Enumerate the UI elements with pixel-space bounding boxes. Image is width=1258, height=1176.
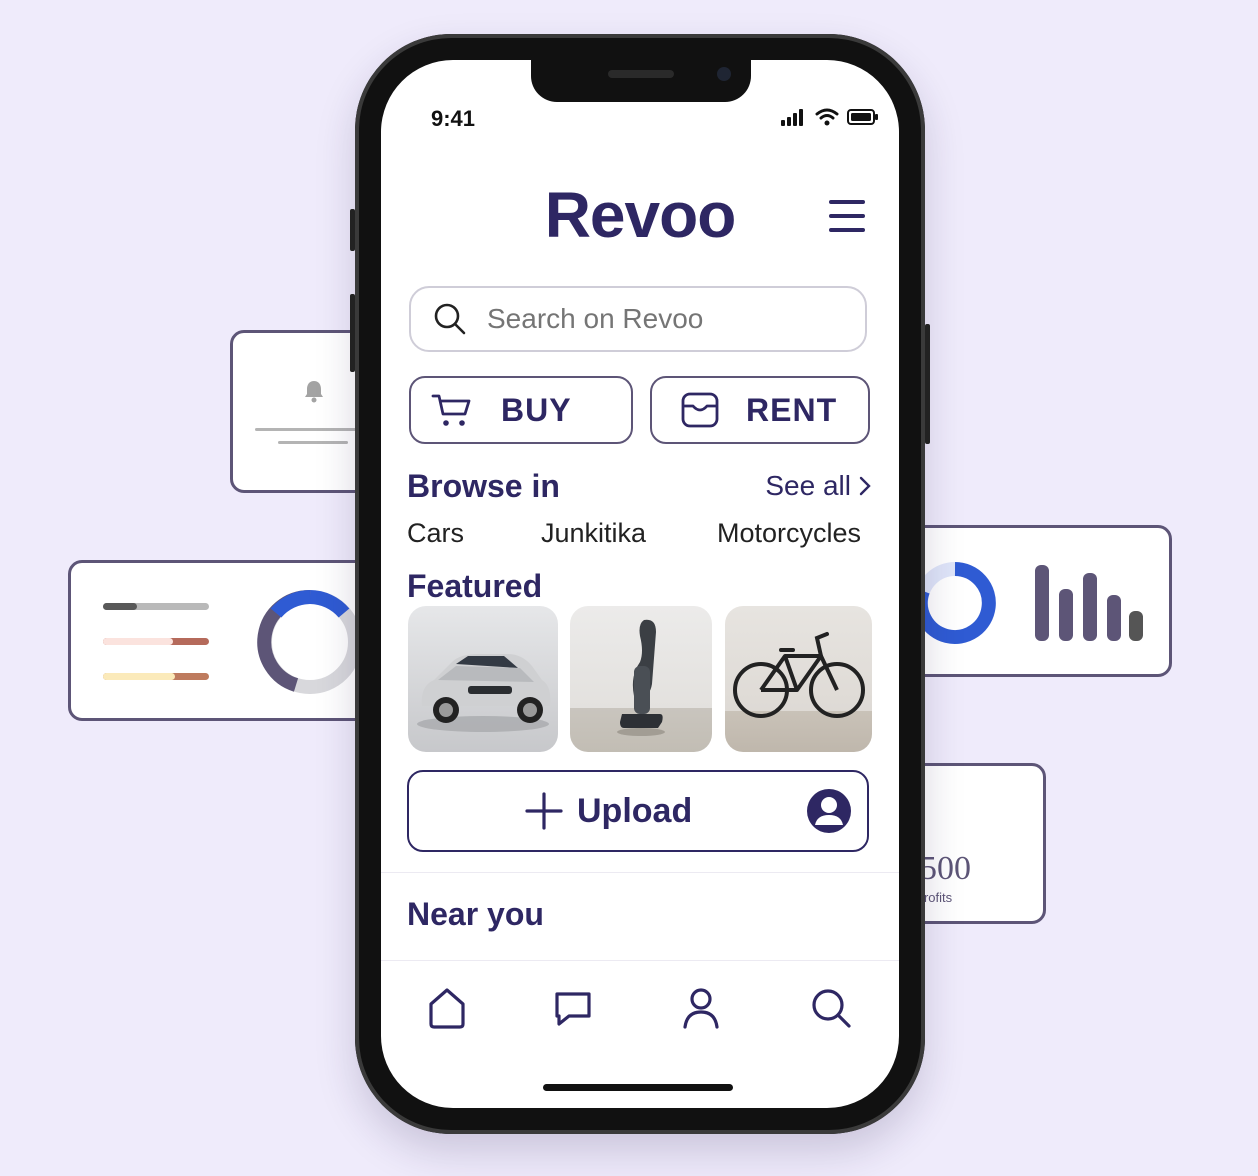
cart-icon <box>431 394 471 426</box>
profile-icon[interactable] <box>679 986 723 1030</box>
near-you-title: Near you <box>407 896 544 932</box>
app-logo: Revoo <box>544 179 737 251</box>
box-icon <box>681 392 719 428</box>
home-indicator <box>543 1084 733 1091</box>
search-tab-icon[interactable] <box>809 986 853 1030</box>
side-button <box>350 294 355 372</box>
tabbar-divider <box>381 960 899 961</box>
featured-car[interactable] <box>408 606 558 752</box>
wifi-icon <box>815 108 839 126</box>
rent-button[interactable]: RENT <box>650 376 870 444</box>
avatar-icon[interactable] <box>805 787 853 835</box>
search-input[interactable] <box>485 302 849 336</box>
progress-line <box>103 673 209 680</box>
phone-screen: 9:41 Revoo Search on Revoo BUY RENT Brow… <box>381 60 899 1108</box>
chat-icon[interactable] <box>551 986 595 1030</box>
upload-button[interactable]: Upload <box>407 770 869 852</box>
battery-icon <box>847 109 878 125</box>
featured-title: Featured <box>407 568 543 604</box>
home-icon[interactable] <box>425 986 469 1030</box>
phone-frame: 9:41 Revoo Search on Revoo BUY RENT Brow… <box>350 34 930 1134</box>
menu-button[interactable] <box>829 200 865 236</box>
status-time: 9:41 <box>431 106 476 131</box>
bicycle-image <box>733 632 865 718</box>
chevron-right-icon <box>859 476 871 496</box>
category-motorcycles[interactable]: Motorcycles <box>717 518 861 549</box>
browse-title: Browse in <box>407 468 560 504</box>
side-button <box>350 209 355 251</box>
section-divider <box>381 872 899 873</box>
bar-chart-icon <box>1035 565 1143 641</box>
plus-icon <box>525 792 563 830</box>
progress-line <box>103 603 209 610</box>
car-image <box>417 654 551 732</box>
vacuum-image <box>617 619 665 736</box>
bell-icon <box>305 381 323 403</box>
upload-label: Upload <box>577 792 693 830</box>
notification-line <box>278 441 348 444</box>
category-cars[interactable]: Cars <box>407 518 464 549</box>
category-junkitika[interactable]: Junkitika <box>541 518 646 549</box>
donut-chart-icon <box>257 589 362 694</box>
notification-line <box>255 428 371 431</box>
see-all-link[interactable]: See all <box>765 470 871 502</box>
buy-button[interactable]: BUY <box>409 376 633 444</box>
rent-label: RENT <box>746 391 838 428</box>
search-bar[interactable] <box>409 286 867 352</box>
progress-line <box>103 638 209 645</box>
see-all-label: See all <box>765 470 851 501</box>
stats-card <box>68 560 394 721</box>
buy-label: BUY <box>501 391 572 428</box>
featured-vacuum[interactable] <box>570 606 712 752</box>
featured-bicycle[interactable] <box>725 606 872 752</box>
status-icons <box>781 108 879 126</box>
signal-icon <box>781 109 803 126</box>
side-button <box>925 324 930 444</box>
analytics-card <box>882 525 1172 677</box>
search-icon <box>434 303 466 335</box>
notch <box>531 60 751 102</box>
